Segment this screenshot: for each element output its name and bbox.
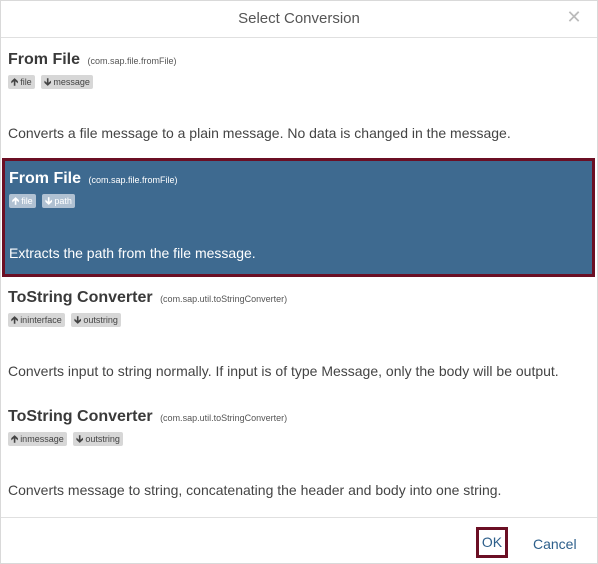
badge-label: file xyxy=(20,77,32,87)
port-badges: 🡱 file 🡳 message xyxy=(8,72,590,89)
conversion-name: ToString Converter xyxy=(8,408,153,425)
badge-label: message xyxy=(53,77,90,87)
arrow-up-icon: 🡱 xyxy=(11,77,19,88)
badge-label: inmessage xyxy=(20,434,64,444)
conversion-description: Converts a file message to a plain messa… xyxy=(8,125,511,141)
arrow-down-icon: 🡳 xyxy=(74,315,82,326)
arrow-up-icon: 🡱 xyxy=(11,315,19,326)
select-conversion-dialog: Select Conversion ✕ From File (com.sap.f… xyxy=(0,0,598,564)
dialog-header: Select Conversion ✕ xyxy=(1,1,597,38)
badge-label: ininterface xyxy=(20,315,62,325)
ok-button[interactable]: OK xyxy=(476,527,508,558)
arrow-down-icon: 🡳 xyxy=(44,77,52,88)
arrow-up-icon: 🡱 xyxy=(11,434,19,445)
badge-label: outstring xyxy=(85,434,120,444)
port-badges: 🡱 ininterface 🡳 outstring xyxy=(8,310,590,327)
conversion-item-from-file-message[interactable]: From File (com.sap.file.fromFile) 🡱 file … xyxy=(1,39,597,158)
badge-label: outstring xyxy=(83,315,118,325)
input-port-badge: 🡱 inmessage xyxy=(8,432,67,446)
port-badges: 🡱 file 🡳 path xyxy=(9,191,588,208)
output-port-badge: 🡳 outstring xyxy=(71,313,121,327)
cancel-button[interactable]: Cancel xyxy=(533,536,577,552)
conversion-item-tostring-interface[interactable]: ToString Converter (com.sap.util.toStrin… xyxy=(1,277,597,396)
close-icon[interactable]: ✕ xyxy=(565,8,583,26)
conversion-package: (com.sap.util.toStringConverter) xyxy=(160,294,288,304)
dialog-footer: OK Cancel xyxy=(1,517,597,563)
input-port-badge: 🡱 ininterface xyxy=(8,313,65,327)
port-badges: 🡱 inmessage 🡳 outstring xyxy=(8,429,590,446)
conversion-name: ToString Converter xyxy=(8,289,153,306)
conversion-name: From File xyxy=(8,51,81,68)
conversion-list: From File (com.sap.file.fromFile) 🡱 file … xyxy=(1,39,597,515)
output-port-badge: 🡳 path xyxy=(42,194,75,208)
conversion-name: From File xyxy=(9,170,82,187)
conversion-package: (com.sap.file.fromFile) xyxy=(88,175,178,185)
conversion-package: (com.sap.util.toStringConverter) xyxy=(160,413,288,423)
dialog-title: Select Conversion xyxy=(238,10,360,27)
conversion-package: (com.sap.file.fromFile) xyxy=(87,56,177,66)
input-port-badge: 🡱 file xyxy=(9,194,36,208)
conversion-item-tostring-message[interactable]: ToString Converter (com.sap.util.toStrin… xyxy=(1,396,597,515)
arrow-up-icon: 🡱 xyxy=(12,196,20,207)
conversion-description: Extracts the path from the file message. xyxy=(9,245,256,261)
input-port-badge: 🡱 file xyxy=(8,75,35,89)
arrow-down-icon: 🡳 xyxy=(45,196,53,207)
conversion-item-from-file-path[interactable]: From File (com.sap.file.fromFile) 🡱 file … xyxy=(2,158,595,277)
conversion-description: Converts input to string normally. If in… xyxy=(8,363,559,379)
conversion-description: Converts message to string, concatenatin… xyxy=(8,482,502,498)
badge-label: path xyxy=(54,196,72,206)
arrow-down-icon: 🡳 xyxy=(76,434,84,445)
output-port-badge: 🡳 outstring xyxy=(73,432,123,446)
output-port-badge: 🡳 message xyxy=(41,75,93,89)
badge-label: file xyxy=(21,196,33,206)
